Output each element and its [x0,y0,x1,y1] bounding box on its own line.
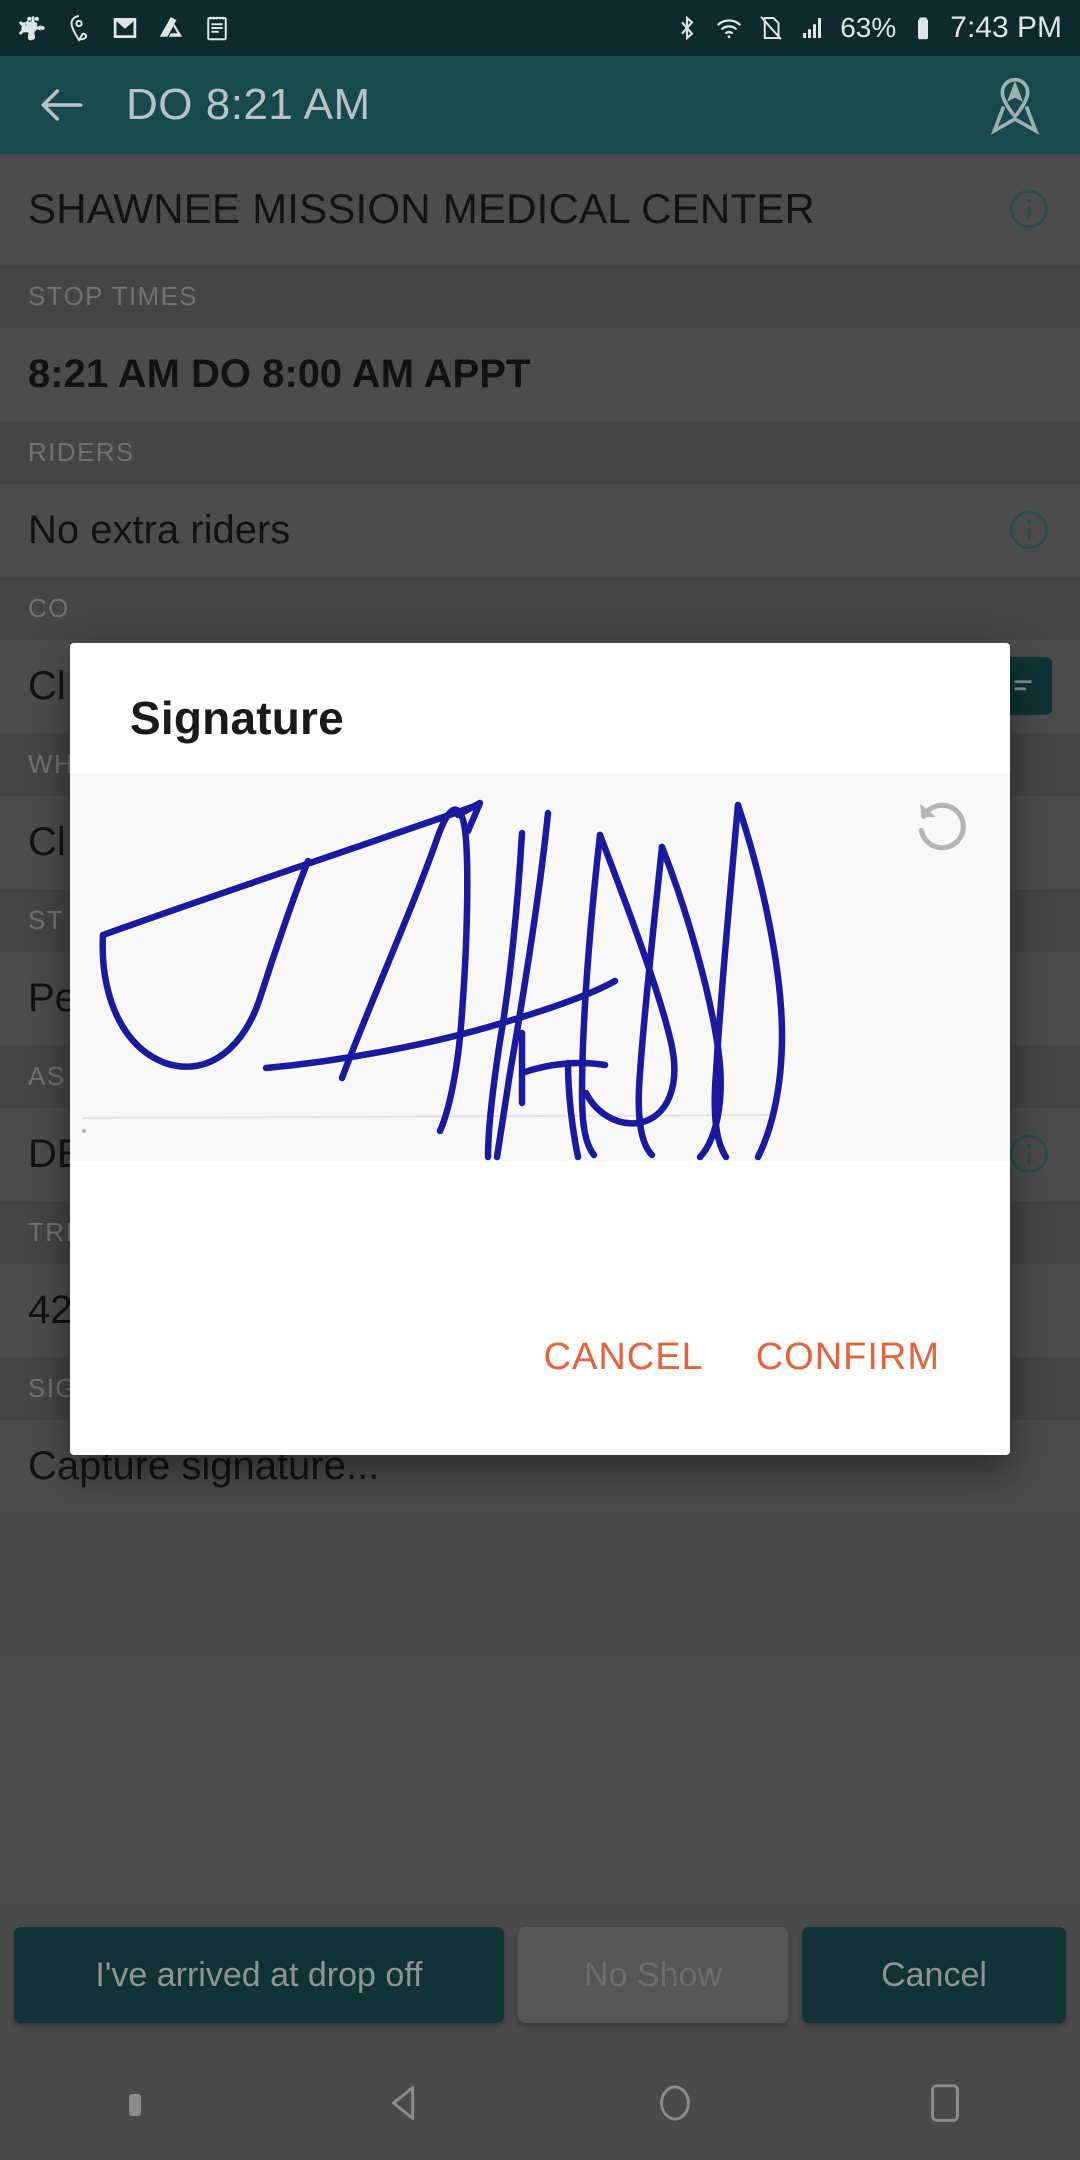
android-nav-bar [0,2050,1080,2160]
section-label: WH [28,749,75,779]
row-value: 8:21 AM DO 8:00 AM APPT [28,351,531,396]
signature-ink [81,799,786,1161]
arrived-at-drop-off-button[interactable]: I've arrived at drop off [14,1927,504,2023]
status-bar-notification-icons [18,13,232,43]
row-value: Cl [28,663,66,708]
triangle-back-icon[interactable] [382,2080,428,2131]
gmail-icon [110,13,140,43]
nav-back-slot[interactable] [270,2080,540,2131]
wifi-icon [714,13,744,43]
no-show-button[interactable]: No Show [518,1927,788,2023]
status-bar-clock: 7:43 PM [950,11,1062,44]
section-label: RIDERS [28,437,135,467]
row-value: Cl [28,819,66,864]
riders-info-icon[interactable] [1006,507,1052,553]
bluetooth-icon [672,13,702,43]
nav-dot-slot [0,2094,270,2116]
app-bar: DO 8:21 AM [0,56,1080,154]
signature-dialog: Signature CANCEL CONFIRM [70,643,1010,1455]
no-sim-icon [756,13,786,43]
status-bar-system-icons: 63% 7:43 PM [672,11,1062,45]
facility-row[interactable]: SHAWNEE MISSION MEDICAL CENTER [0,154,1080,264]
signal-icon [798,13,828,43]
row-riders[interactable]: No extra riders [0,484,1080,576]
section-label: STOP TIMES [28,281,199,311]
dot-icon [129,2094,141,2116]
navigation-pin-icon[interactable] [984,74,1046,136]
notes-icon [202,13,232,43]
facility-name: SHAWNEE MISSION MEDICAL CENTER [28,185,815,232]
section-header-co: CO [0,576,1080,640]
back-arrow-icon[interactable] [34,77,90,133]
nav-home-slot[interactable] [540,2080,810,2131]
section-label: AS [28,1061,66,1091]
undo-icon[interactable] [912,795,974,857]
battery-icon [908,13,938,43]
cancel-trip-button[interactable]: Cancel [802,1927,1066,2023]
battery-percent-label: 63% [840,12,897,43]
row-value: No extra riders [28,507,291,552]
dialog-confirm-button[interactable]: CONFIRM [740,1322,956,1393]
dialog-title: Signature [130,692,344,744]
signature-capture-canvas[interactable] [70,773,1010,1161]
section-label: ST [28,905,65,935]
section-header-stop-times: STOP TIMES [0,264,1080,328]
dialog-cancel-button[interactable]: CANCEL [528,1322,720,1393]
dialog-action-row: CANCEL CONFIRM [70,1322,1010,1455]
location-icon [64,13,94,43]
slack-icon [18,13,48,43]
section-header-riders: RIDERS [0,420,1080,484]
drive-icon [156,13,186,43]
nav-recents-slot[interactable] [810,2080,1080,2131]
section-label: CO [28,593,70,623]
action-button-bar: I've arrived at drop off No Show Cancel [0,1900,1080,2050]
square-recents-icon[interactable] [922,2080,968,2131]
row-stop-times[interactable]: 8:21 AM DO 8:00 AM APPT [0,328,1080,420]
page-title: DO 8:21 AM [126,80,371,129]
as-info-icon[interactable] [1006,1131,1052,1177]
facility-info-icon[interactable] [1006,186,1052,232]
circle-home-icon[interactable] [652,2080,698,2131]
status-bar: 63% 7:43 PM [0,0,1080,56]
